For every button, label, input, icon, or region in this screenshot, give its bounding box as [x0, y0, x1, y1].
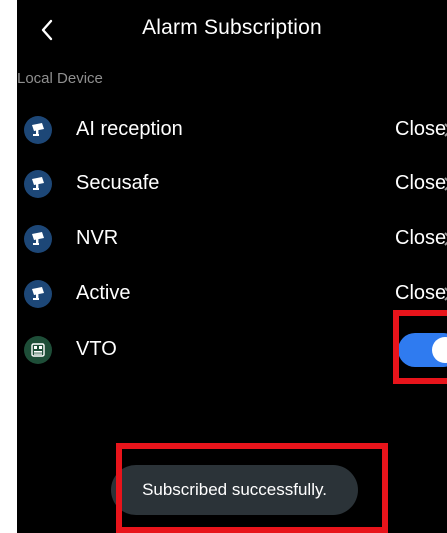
section-label: Local Device [17, 70, 103, 87]
toggle-knob [432, 337, 447, 363]
alarm-subscription-screen: Alarm Subscription Local Device AI recep… [17, 0, 447, 533]
device-name: AI reception [76, 118, 183, 140]
device-row-ai-reception[interactable]: AI reception Close [17, 105, 447, 155]
door-station-icon [24, 336, 52, 364]
toast-message: Subscribed successfully. [111, 465, 358, 515]
header: Alarm Subscription [17, 0, 447, 60]
device-row-secusafe[interactable]: Secusafe Close [17, 159, 447, 209]
vto-subscription-toggle[interactable] [398, 333, 447, 367]
device-name: Secusafe [76, 172, 160, 194]
device-status: Close [395, 282, 447, 304]
camera-icon [24, 225, 52, 253]
chevron-right-icon [444, 287, 447, 301]
device-status: Close [395, 227, 447, 249]
device-row-nvr[interactable]: NVR Close [17, 214, 447, 264]
page-title: Alarm Subscription [142, 16, 322, 39]
device-row-vto: VTO [17, 325, 447, 375]
device-name: VTO [76, 338, 117, 360]
chevron-right-icon [444, 123, 447, 137]
camera-icon [24, 116, 52, 144]
camera-icon [24, 280, 52, 308]
chevron-right-icon [444, 232, 447, 246]
device-row-active[interactable]: Active Close [17, 269, 447, 319]
device-name: Active [76, 282, 131, 304]
device-name: NVR [76, 227, 119, 249]
chevron-right-icon [444, 177, 447, 191]
device-status: Close [395, 118, 447, 140]
device-status: Close [395, 172, 447, 194]
camera-icon [24, 170, 52, 198]
